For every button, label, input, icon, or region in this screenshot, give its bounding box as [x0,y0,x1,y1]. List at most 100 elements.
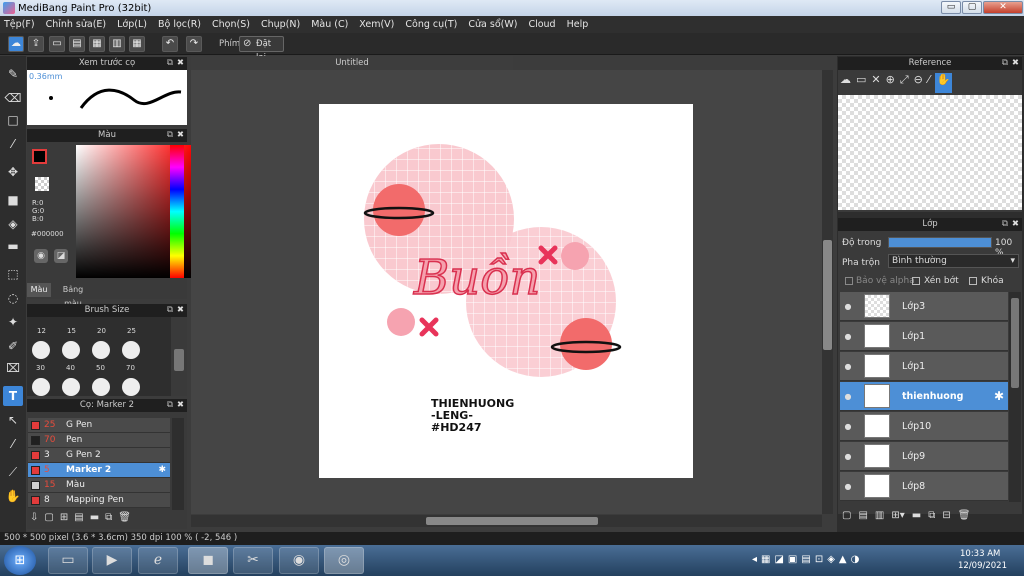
hand-icon[interactable]: ✋ [934,73,953,93]
fit-icon[interactable]: ⤢ [900,73,909,93]
blend-select[interactable]: Bình thường ▾ [888,254,1019,268]
layer-row[interactable]: ● Lớp8 [840,472,1008,501]
select-eraser-icon[interactable]: ⌧ [3,358,23,378]
size-dot[interactable] [32,341,50,359]
opacity-slider[interactable] [888,237,992,248]
popout-icon[interactable]: ⧉ [167,304,173,317]
chat-icon[interactable]: ▭ [49,36,65,52]
palette-icon[interactable]: ◉ [34,249,48,263]
size-dot[interactable] [62,378,80,396]
menu-file[interactable]: Tệp(F) [4,19,35,30]
brush-tool-icon[interactable]: ✎ [3,64,23,84]
bucket-tool-icon[interactable]: ◈ [3,214,23,234]
comic-icon[interactable]: ▤ [69,36,85,52]
new-brush-icon[interactable]: ▢ [44,512,53,528]
cloud-icon[interactable]: ☁ [840,73,851,93]
list-item[interactable]: 70 Pen [28,433,170,448]
menu-edit[interactable]: Chỉnh sửa(E) [46,19,107,30]
menu-window[interactable]: Cửa sổ(W) [468,19,517,30]
lasso-tool-icon[interactable]: ◌ [3,288,23,308]
list-item-selected[interactable]: 5 Marker 2 ✱ [28,463,170,478]
eye-icon[interactable]: ● [840,482,856,491]
select-rect-icon[interactable]: ⬚ [3,264,23,284]
scrollbar[interactable] [172,418,184,510]
zoom-out-icon[interactable]: ⊖ [914,73,923,93]
trash-icon[interactable]: 🗑 [118,512,131,528]
operation-tool-icon[interactable]: ↖ [3,410,23,430]
popout-icon[interactable]: ⧉ [1002,57,1008,70]
duplicate-icon[interactable]: ⧉ [105,512,112,528]
layer-row[interactable]: ● Lớp3 [840,292,1008,321]
eyedropper-icon[interactable]: ⁄ [928,73,930,93]
menu-snap[interactable]: Chụp(N) [261,19,300,30]
menu-view[interactable]: Xem(V) [359,19,394,30]
list-item[interactable]: 8 Mapping Pen [28,493,170,508]
eye-icon[interactable]: ● [840,452,856,461]
horizontal-scrollbar[interactable] [191,515,822,527]
grid-icon[interactable]: ▦ [129,36,145,52]
clipping-checkbox[interactable] [912,277,920,285]
magic-wand-icon[interactable]: ✦ [3,312,23,332]
hand-tool-icon[interactable]: ✋ [3,486,23,506]
popout-icon[interactable]: ⧉ [167,399,173,412]
maximize-button[interactable]: ▢ [962,1,982,14]
dot-tool-icon[interactable]: ⁄ [3,134,23,154]
document-tab[interactable]: Untitled [191,56,513,70]
move-tool-icon[interactable]: ✥ [3,162,23,182]
size-dot[interactable] [62,341,80,359]
cloud-icon[interactable]: ☁ [8,36,24,52]
close-button[interactable]: ✕ [983,1,1023,14]
file-explorer-icon[interactable]: ▭ [48,547,88,574]
size-dot[interactable] [92,341,110,359]
copy-brush-icon[interactable]: ▤ [74,512,83,528]
scrollbar-thumb[interactable] [426,517,598,525]
layer-row[interactable]: ● Lớp1 [840,352,1008,381]
menu-help[interactable]: Help [567,19,589,30]
share-icon[interactable]: ⇪ [28,36,44,52]
panel-icon[interactable]: ▥ [109,36,125,52]
medibang-icon[interactable]: ◎ [324,547,364,574]
layer-scrollbar[interactable] [1009,292,1021,502]
protect-alpha-checkbox[interactable] [845,277,853,285]
reference-canvas[interactable] [838,95,1022,210]
close-icon[interactable]: ✖ [1012,218,1019,231]
eye-icon[interactable]: ● [840,392,856,401]
system-tray-icons[interactable]: ◂▦◪▣▤⊡◈▲◑ [752,554,863,565]
redo-icon[interactable]: ↷ [186,36,202,52]
close-icon[interactable]: ✖ [177,399,184,412]
reset-button[interactable]: ⊘ Đặt lại [239,36,284,63]
size-cell[interactable]: 15 [67,327,76,335]
select-pen-icon[interactable]: ✐ [3,336,23,356]
menu-layer[interactable]: Lớp(L) [117,19,147,30]
scrollbar-thumb[interactable] [1011,298,1019,388]
list-item[interactable]: 15 Màu [28,478,170,493]
size-dot[interactable] [122,378,140,396]
document-icon[interactable]: ▦ [89,36,105,52]
artboard[interactable]: Buồn THIENHUONG -LENG- #HD247 [319,104,693,478]
tab-palette[interactable]: Bảng màu [53,283,93,308]
size-cell[interactable]: 30 [36,364,45,372]
size-cell[interactable]: 20 [97,327,106,335]
menu-color[interactable]: Màu (C) [311,19,348,30]
close-icon[interactable]: ✖ [177,57,184,70]
size-cell[interactable]: 40 [66,364,75,372]
popout-icon[interactable]: ⧉ [167,129,173,142]
new-halftone-layer-icon[interactable]: ▤ [858,510,867,526]
close-icon[interactable]: ✖ [177,129,184,142]
hue-slider[interactable] [170,145,184,278]
scrollbar-thumb[interactable] [823,240,832,350]
size-dot[interactable] [32,378,50,396]
undo-icon[interactable]: ↶ [162,36,178,52]
layer-row[interactable]: ● Lớp1 [840,322,1008,351]
internet-explorer-icon[interactable]: ℯ [138,547,178,574]
eraser-tool-icon[interactable]: ⌫ [3,88,23,108]
gear-icon[interactable]: ✱ [158,465,166,475]
chrome-icon[interactable]: ◉ [279,547,319,574]
popout-icon[interactable]: ⧉ [167,57,173,70]
eye-icon[interactable]: ● [840,422,856,431]
size-cell[interactable]: 70 [126,364,135,372]
scissors-icon[interactable]: ✂ [233,547,273,574]
cloud-download-icon[interactable]: ⇩ [30,512,38,528]
minimize-button[interactable]: ▭ [941,1,961,14]
layer-row[interactable]: ● Lớp10 [840,412,1008,441]
